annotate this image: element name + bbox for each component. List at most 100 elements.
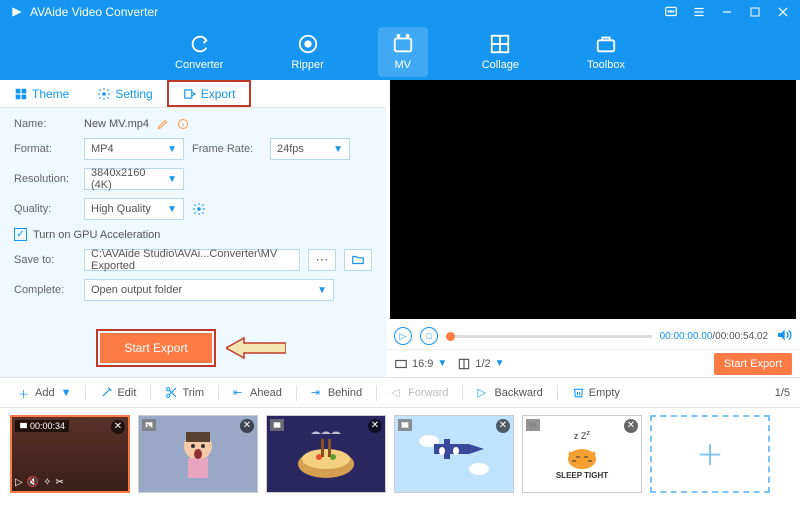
nav-converter-label: Converter: [175, 59, 223, 71]
time-current: 00:00:00.00: [660, 331, 713, 342]
thumb-remove-icon[interactable]: ✕: [368, 419, 382, 433]
stop-button[interactable]: □: [420, 327, 438, 345]
tab-export-label: Export: [201, 87, 236, 101]
timeline-playhead[interactable]: [446, 332, 455, 341]
gpu-checkbox[interactable]: ✓: [14, 228, 27, 241]
minimize-icon[interactable]: [720, 5, 734, 19]
resolution-select[interactable]: 3840x2160 (4K)▼: [84, 168, 184, 190]
image-type-icon: [270, 419, 284, 431]
nav-toolbox[interactable]: Toolbox: [573, 27, 639, 77]
thumb-art: [291, 424, 361, 484]
thumb-remove-icon[interactable]: ✕: [240, 419, 254, 433]
nav-collage-label: Collage: [482, 59, 519, 71]
tab-setting[interactable]: Setting: [83, 80, 166, 107]
browse-button[interactable]: ⋯: [308, 249, 336, 271]
saveto-input[interactable]: C:\AVAide Studio\AVAi...Converter\MV Exp…: [84, 249, 300, 271]
nav-toolbox-label: Toolbox: [587, 59, 625, 71]
right-panel: ▷ □ 00:00:00.00/00:00:54.02 16:9 ▼ 1/2 ▼…: [386, 80, 800, 377]
scissors-icon: [165, 386, 178, 399]
tab-theme[interactable]: Theme: [0, 80, 83, 107]
chevron-down-icon: ▼: [437, 358, 447, 369]
nav-collage[interactable]: Collage: [468, 27, 533, 77]
player-controls: ▷ □ 00:00:00.00/00:00:54.02: [386, 323, 800, 349]
left-tabs: Theme Setting Export: [0, 80, 386, 108]
thumb-remove-icon[interactable]: ✕: [111, 420, 125, 434]
ahead-button[interactable]: ⇤Ahead: [225, 383, 290, 402]
complete-select[interactable]: Open output folder▼: [84, 279, 334, 301]
trash-icon: [572, 386, 585, 399]
aspect-ratio-select[interactable]: 16:9 ▼: [394, 357, 447, 371]
behind-button[interactable]: ⇥Behind: [303, 383, 370, 402]
page-select[interactable]: 1/2 ▼: [457, 357, 504, 371]
add-thumbnail-button[interactable]: ＋: [650, 415, 770, 493]
titlebar: AVAide Video Converter: [0, 0, 800, 24]
thumbnail-4[interactable]: ✕: [394, 415, 514, 493]
window-buttons: [664, 5, 790, 19]
resolution-label: Resolution:: [14, 173, 76, 185]
complete-label: Complete:: [14, 284, 76, 296]
nav-converter[interactable]: Converter: [161, 27, 237, 77]
wand-icon: [100, 386, 113, 399]
format-select[interactable]: MP4▼: [84, 138, 184, 160]
backward-button[interactable]: ▷Backward: [469, 383, 550, 402]
feedback-icon[interactable]: [664, 5, 678, 19]
close-icon[interactable]: [776, 5, 790, 19]
chevron-down-icon: ▼: [167, 144, 177, 155]
thumb-remove-icon[interactable]: ✕: [624, 419, 638, 433]
framerate-select[interactable]: 24fps▼: [270, 138, 350, 160]
arrow-left-bar-icon: ⇤: [233, 386, 246, 399]
trim-button[interactable]: Trim: [157, 383, 212, 402]
tab-setting-label: Setting: [115, 87, 152, 101]
edit-button[interactable]: Edit: [92, 383, 144, 402]
chevron-down-icon: ▼: [167, 174, 177, 185]
tab-export[interactable]: Export: [167, 80, 252, 107]
thumbnail-strip: 00:00:34 ✕ ▷ 🔇 ✧ ✂ ✕ ✕ ✕ ✕ z Zz SLEEP TI…: [0, 407, 800, 499]
thumb-art: [414, 429, 494, 479]
thumb-remove-icon[interactable]: ✕: [496, 419, 510, 433]
maximize-icon[interactable]: [748, 5, 762, 19]
left-panel: Theme Setting Export Name: New MV.mp4 Fo…: [0, 80, 386, 377]
quality-select[interactable]: High Quality▼: [84, 198, 184, 220]
gear-icon[interactable]: [192, 202, 206, 216]
volume-icon[interactable]: [776, 327, 792, 346]
navbar: Converter Ripper MV Collage Toolbox: [0, 24, 800, 80]
sleep-tight-text: SLEEP TIGHT: [556, 471, 608, 480]
info-icon[interactable]: [177, 118, 189, 130]
nav-mv[interactable]: MV: [378, 27, 428, 77]
chevron-down-icon: ▼: [61, 387, 72, 399]
main: Theme Setting Export Name: New MV.mp4 Fo…: [0, 80, 800, 377]
open-folder-button[interactable]: [344, 249, 372, 271]
image-type-icon: [526, 419, 540, 431]
framerate-label: Frame Rate:: [192, 143, 262, 155]
video-preview[interactable]: [390, 80, 796, 319]
format-label: Format:: [14, 143, 76, 155]
empty-button[interactable]: Empty: [564, 383, 628, 402]
chevron-down-icon: ▼: [167, 204, 177, 215]
scissors-icon[interactable]: ✂: [56, 477, 64, 488]
gpu-label: Turn on GPU Acceleration: [33, 229, 160, 241]
play-button[interactable]: ▷: [394, 327, 412, 345]
name-label: Name:: [14, 118, 76, 130]
thumbnail-1[interactable]: 00:00:34 ✕ ▷ 🔇 ✧ ✂: [10, 415, 130, 493]
wand-icon[interactable]: ✧: [43, 477, 51, 488]
start-export-button[interactable]: Start Export: [100, 333, 211, 363]
nav-ripper[interactable]: Ripper: [277, 27, 337, 77]
menu-icon[interactable]: [692, 5, 706, 19]
nav-ripper-label: Ripper: [291, 59, 323, 71]
image-type-icon: [142, 419, 156, 431]
arrow-right-bar-icon: ⇥: [311, 386, 324, 399]
mute-icon[interactable]: 🔇: [27, 477, 39, 488]
aspect-value: 16:9: [412, 358, 433, 370]
start-export-small-button[interactable]: Start Export: [714, 353, 792, 375]
thumbnail-5[interactable]: ✕ z Zz SLEEP TIGHT: [522, 415, 642, 493]
nav-mv-label: MV: [394, 59, 411, 71]
add-button[interactable]: ＋Add▼: [10, 383, 79, 402]
edit-name-icon[interactable]: [157, 118, 169, 130]
plus-icon: ＋: [18, 386, 31, 399]
chevron-down-icon: ▼: [495, 358, 505, 369]
thumbnail-2[interactable]: ✕: [138, 415, 258, 493]
thumb-duration: 00:00:34: [15, 420, 69, 432]
play-icon[interactable]: ▷: [15, 477, 23, 488]
timeline[interactable]: [446, 335, 652, 338]
thumbnail-3[interactable]: ✕: [266, 415, 386, 493]
